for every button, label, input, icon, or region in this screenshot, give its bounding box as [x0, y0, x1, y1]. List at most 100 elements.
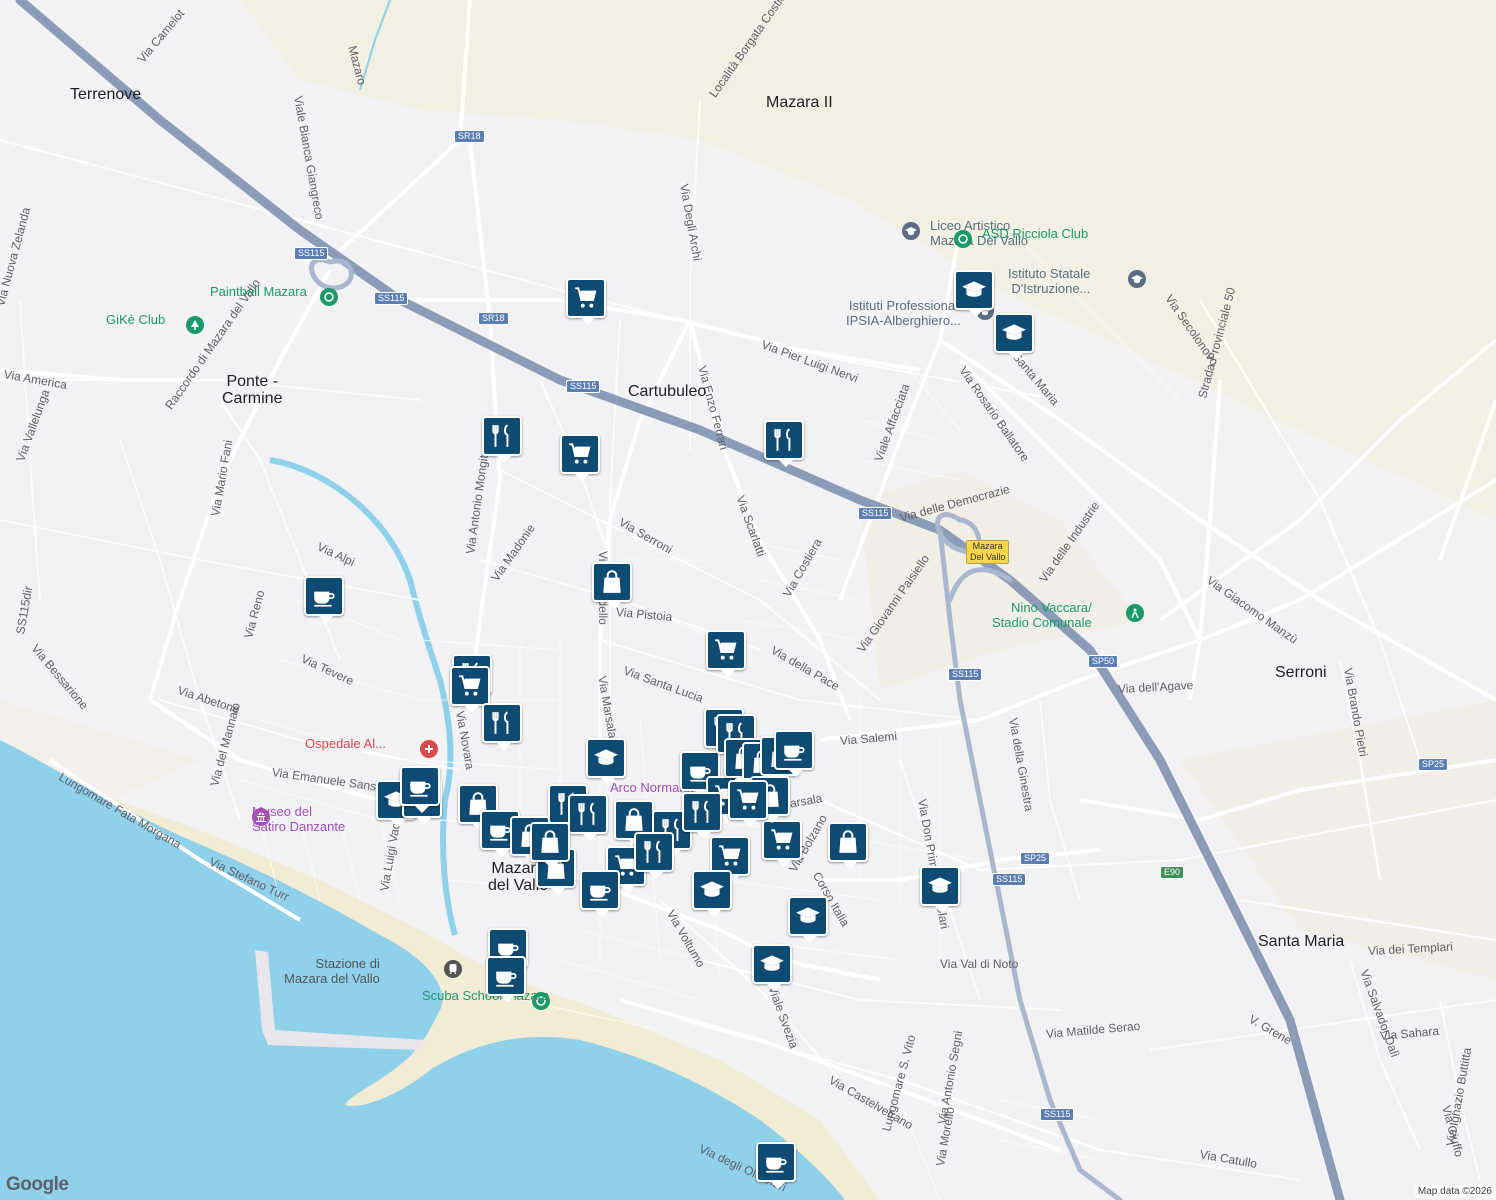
road-shield-sp25: SP25	[1020, 852, 1051, 865]
map-marker-school[interactable]	[788, 896, 828, 943]
shopping-bag-icon	[835, 829, 861, 855]
place-label-cartubuleo[interactable]: Cartubuleo	[628, 383, 706, 400]
park-icon[interactable]	[186, 316, 204, 334]
coffee-cup-icon	[407, 773, 433, 799]
fork-knife-icon	[489, 423, 515, 449]
map-marker-school[interactable]	[994, 313, 1034, 360]
graduation-cap-icon	[699, 877, 725, 903]
poi-label-museo-del-satiro-danzante[interactable]: Museo del Satiro Danzante	[252, 804, 345, 834]
street-label-via-val-di-noto: Via Val di Noto	[940, 957, 1019, 971]
place-label-ponte-carmine[interactable]: Ponte - Carmine	[222, 373, 282, 407]
poi-label-istituto-statale-d-istruzione[interactable]: Istituto Statale D'Istruzione...	[1008, 266, 1090, 296]
shopping-cart-icon	[713, 637, 739, 663]
road-shield-sp50: SP50	[1088, 655, 1119, 668]
shopping-cart-icon	[735, 787, 761, 813]
map-marker-bag[interactable]	[828, 822, 868, 869]
poi-label-ospedale-al[interactable]: Ospedale Al...	[305, 736, 386, 751]
shopping-bag-icon	[537, 829, 563, 855]
map-marker-coffee[interactable]	[580, 870, 620, 917]
poi-label-stazione-di-mazara-del-vallo[interactable]: Stazione di Mazara del Vallo	[284, 956, 380, 986]
road-shield-ss115: SS115	[992, 873, 1027, 886]
coffee-cup-icon	[493, 963, 519, 989]
shopping-cart-icon	[769, 827, 795, 853]
graduation-cap-icon	[593, 745, 619, 771]
train-icon[interactable]	[444, 960, 462, 978]
road-shield-ss115: SS115	[1040, 1108, 1075, 1121]
road-shield-ss115: SS115	[948, 668, 983, 681]
place-label-santa-maria[interactable]: Santa Maria	[1258, 933, 1344, 950]
map-marker-bag[interactable]	[530, 822, 570, 869]
fork-knife-icon	[689, 799, 715, 825]
place-label-mazara-ii[interactable]: Mazara II	[766, 94, 833, 111]
coffee-cup-icon	[587, 877, 613, 903]
school-icon[interactable]	[902, 222, 920, 240]
road-shield-sp25: SP25	[1418, 758, 1449, 771]
poi-label-gik-club[interactable]: GiKè Club	[106, 312, 165, 327]
map-marker-restaurant[interactable]	[482, 416, 522, 463]
map-marker-cart[interactable]	[450, 666, 490, 713]
map-marker-cart[interactable]	[762, 820, 802, 867]
road-shield-ss115: SS115	[374, 292, 409, 305]
coffee-cup-icon	[311, 583, 337, 609]
road-shield-e90: E90	[1160, 866, 1185, 879]
graduation-cap-icon	[961, 277, 987, 303]
map-marker-restaurant[interactable]	[634, 832, 674, 879]
map-marker-school[interactable]	[752, 944, 792, 991]
poi-label-istituti-professionali-ipsia-alberghiero[interactable]: Istituti Professionali IPSIA-Alberghiero…	[846, 298, 961, 328]
place-label-terrenove[interactable]: Terrenove	[70, 86, 141, 103]
map-marker-cart[interactable]	[566, 278, 606, 325]
fork-knife-icon	[771, 427, 797, 453]
road-shield-ss115: SS115	[858, 507, 893, 520]
map-attribution[interactable]: Map data ©2026	[1413, 1185, 1496, 1198]
graduation-cap-icon	[927, 873, 953, 899]
map-marker-school[interactable]	[692, 870, 732, 917]
shopping-cart-icon	[573, 285, 599, 311]
map-marker-coffee[interactable]	[756, 1142, 796, 1189]
map-marker-restaurant[interactable]	[682, 792, 722, 839]
map-marker-cart[interactable]	[560, 434, 600, 481]
poi-label-paintball-mazara[interactable]: Paintball Mazara	[210, 284, 307, 299]
map-marker-bag[interactable]	[592, 562, 632, 609]
hospital-icon[interactable]	[420, 740, 438, 758]
stadium-icon[interactable]	[1126, 604, 1144, 622]
fork-knife-icon	[489, 710, 515, 736]
poi-label-nino-vaccara-stadio-comunale[interactable]: Nino Vaccara/ Stadio Comunale	[992, 600, 1092, 630]
map-base-layer	[0, 0, 1496, 1200]
map-marker-coffee[interactable]	[304, 576, 344, 623]
exit-label: Mazara Del Vallo	[966, 540, 1010, 564]
graduation-cap-icon	[759, 951, 785, 977]
coffee-cup-icon	[781, 737, 807, 763]
map-marker-school[interactable]	[920, 866, 960, 913]
graduation-cap-icon	[1001, 320, 1027, 346]
map-marker-coffee[interactable]	[774, 730, 814, 777]
fork-knife-icon	[641, 839, 667, 865]
sport-icon[interactable]	[954, 230, 972, 248]
shopping-bag-icon	[621, 807, 647, 833]
map-marker-coffee[interactable]	[486, 956, 526, 1003]
map-marker-restaurant[interactable]	[764, 420, 804, 467]
sport-icon[interactable]	[320, 288, 338, 306]
map-marker-cart[interactable]	[728, 780, 768, 827]
road-shield-ss115: SS115	[294, 247, 329, 260]
poi-label-asd-ricciola-club[interactable]: ASD Ricciola Club	[982, 226, 1088, 241]
map-marker-restaurant[interactable]	[482, 703, 522, 750]
school-icon[interactable]	[1128, 270, 1146, 288]
shopping-cart-icon	[567, 441, 593, 467]
road-shield-ss115: SS115	[566, 380, 601, 393]
map-marker-cart[interactable]	[706, 630, 746, 677]
map-marker-restaurant[interactable]	[568, 794, 608, 841]
google-logo: Google	[6, 1174, 69, 1195]
map-canvas[interactable]: Via Camelot Viale Bianca Giangreco Mazaro L…	[0, 0, 1496, 1200]
road-shield-sr18: SR18	[454, 130, 485, 143]
map-marker-school[interactable]	[586, 738, 626, 785]
shopping-bag-icon	[599, 569, 625, 595]
shopping-cart-icon	[717, 843, 743, 869]
place-label-serroni[interactable]: Serroni	[1275, 664, 1327, 681]
fork-knife-icon	[575, 801, 601, 827]
road-shield-sr18: SR18	[478, 312, 509, 325]
graduation-cap-icon	[795, 903, 821, 929]
coffee-cup-icon	[763, 1149, 789, 1175]
map-marker-coffee[interactable]	[400, 766, 440, 813]
map-marker-school[interactable]	[954, 270, 994, 317]
street-label-via-dell-agave: Via dell'Agave	[1117, 678, 1194, 696]
